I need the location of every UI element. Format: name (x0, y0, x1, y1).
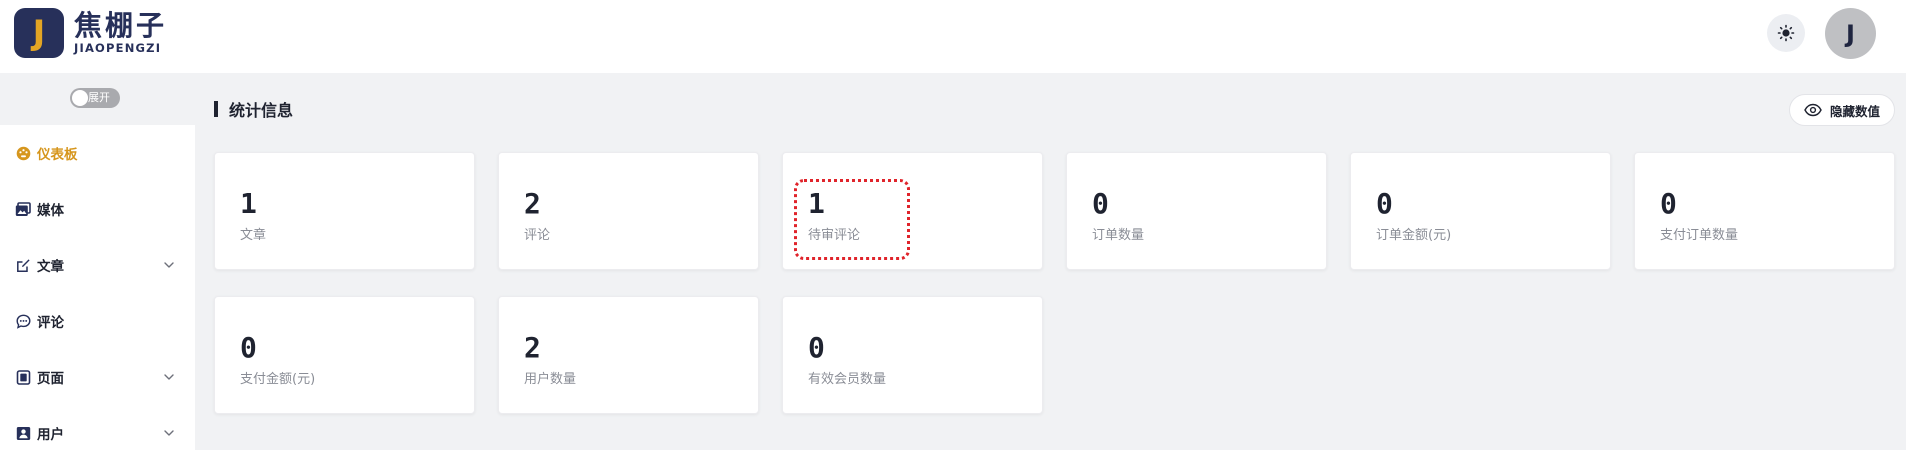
logo-title: 焦棚子 (74, 9, 168, 42)
stat-value: 1 (808, 187, 825, 220)
stat-label: 有效会员数量 (808, 372, 887, 387)
sidebar-item-label: 文章 (37, 259, 64, 275)
stat-card-comments[interactable]: 2 评论 (498, 152, 759, 270)
sidebar-toggle-zone: 展开 (0, 73, 195, 125)
logo-mark: J (14, 8, 64, 58)
stat-card-order-count[interactable]: 0 订单数量 (1066, 152, 1327, 270)
sidebar-item-label: 评论 (37, 315, 64, 331)
stat-value: 0 (808, 331, 825, 364)
stat-value: 2 (524, 331, 541, 364)
dashboard-icon (15, 145, 31, 161)
sidebar-item-media[interactable]: 媒体 (0, 189, 195, 229)
stat-label: 用户数量 (524, 372, 577, 387)
chevron-down-icon (164, 262, 174, 268)
stat-label: 订单数量 (1092, 228, 1145, 243)
stat-card-pending-comments[interactable]: 1 待审评论 (782, 152, 1043, 270)
stat-value: 1 (240, 187, 257, 220)
section-header: 统计信息 (214, 99, 294, 120)
stat-card-paid-order-count[interactable]: 0 支付订单数量 (1634, 152, 1895, 270)
title-accent-bar (214, 101, 218, 117)
sidebar-item-users[interactable]: 用户 (0, 413, 195, 450)
logo[interactable]: J 焦棚子 JIAOPENGZI (14, 8, 167, 58)
user-icon (15, 425, 31, 441)
sidebar-item-label: 媒体 (37, 203, 64, 219)
page-title: 统计信息 (229, 101, 294, 120)
stat-card-paid-amount[interactable]: 0 支付金额(元) (214, 296, 475, 414)
logo-letter: J (32, 13, 46, 53)
sidebar-item-label: 页面 (37, 371, 64, 387)
stat-card-user-count[interactable]: 2 用户数量 (498, 296, 759, 414)
top-header: J 焦棚子 JIAOPENGZI J (0, 0, 1906, 73)
avatar[interactable]: J (1825, 8, 1876, 59)
sidebar: 展开 仪表板 媒体 文章 评论 页面 用户 (0, 73, 195, 450)
comment-icon (15, 313, 31, 329)
eye-icon (1804, 103, 1822, 117)
edit-icon (15, 257, 31, 273)
stat-value: 0 (1660, 187, 1677, 220)
sidebar-item-comments[interactable]: 评论 (0, 301, 195, 341)
stat-label: 订单金额(元) (1376, 228, 1452, 243)
chevron-down-icon (164, 430, 174, 436)
stat-value: 0 (240, 331, 257, 364)
stat-value: 2 (524, 187, 541, 220)
hide-values-button[interactable]: 隐藏数值 (1789, 94, 1895, 126)
sidebar-item-label: 仪表板 (37, 147, 78, 163)
chevron-down-icon (164, 374, 174, 380)
sidebar-item-pages[interactable]: 页面 (0, 357, 195, 397)
sidebar-item-articles[interactable]: 文章 (0, 245, 195, 285)
sidebar-expand-toggle[interactable]: 展开 (70, 88, 120, 108)
sidebar-item-dashboard[interactable]: 仪表板 (0, 133, 195, 173)
stat-card-order-amount[interactable]: 0 订单金额(元) (1350, 152, 1611, 270)
stat-card-articles[interactable]: 1 文章 (214, 152, 475, 270)
stat-label: 评论 (524, 228, 551, 243)
sun-icon (1777, 24, 1795, 42)
image-icon (15, 201, 31, 217)
page-icon (15, 369, 31, 385)
stat-label: 支付订单数量 (1660, 228, 1739, 243)
hide-values-label: 隐藏数值 (1829, 103, 1880, 119)
logo-subtitle: JIAOPENGZI (74, 41, 162, 55)
logo-text: 焦棚子 JIAOPENGZI (74, 9, 168, 56)
sidebar-item-label: 用户 (37, 427, 64, 443)
stat-label: 文章 (240, 228, 267, 243)
stat-label: 支付金额(元) (240, 372, 316, 387)
stat-value: 0 (1376, 187, 1393, 220)
stat-value: 0 (1092, 187, 1109, 220)
toggle-knob (72, 90, 88, 106)
stat-card-active-members[interactable]: 0 有效会员数量 (782, 296, 1043, 414)
stat-label: 待审评论 (808, 228, 861, 243)
toggle-label: 展开 (88, 91, 110, 104)
theme-toggle-button[interactable] (1767, 14, 1805, 52)
